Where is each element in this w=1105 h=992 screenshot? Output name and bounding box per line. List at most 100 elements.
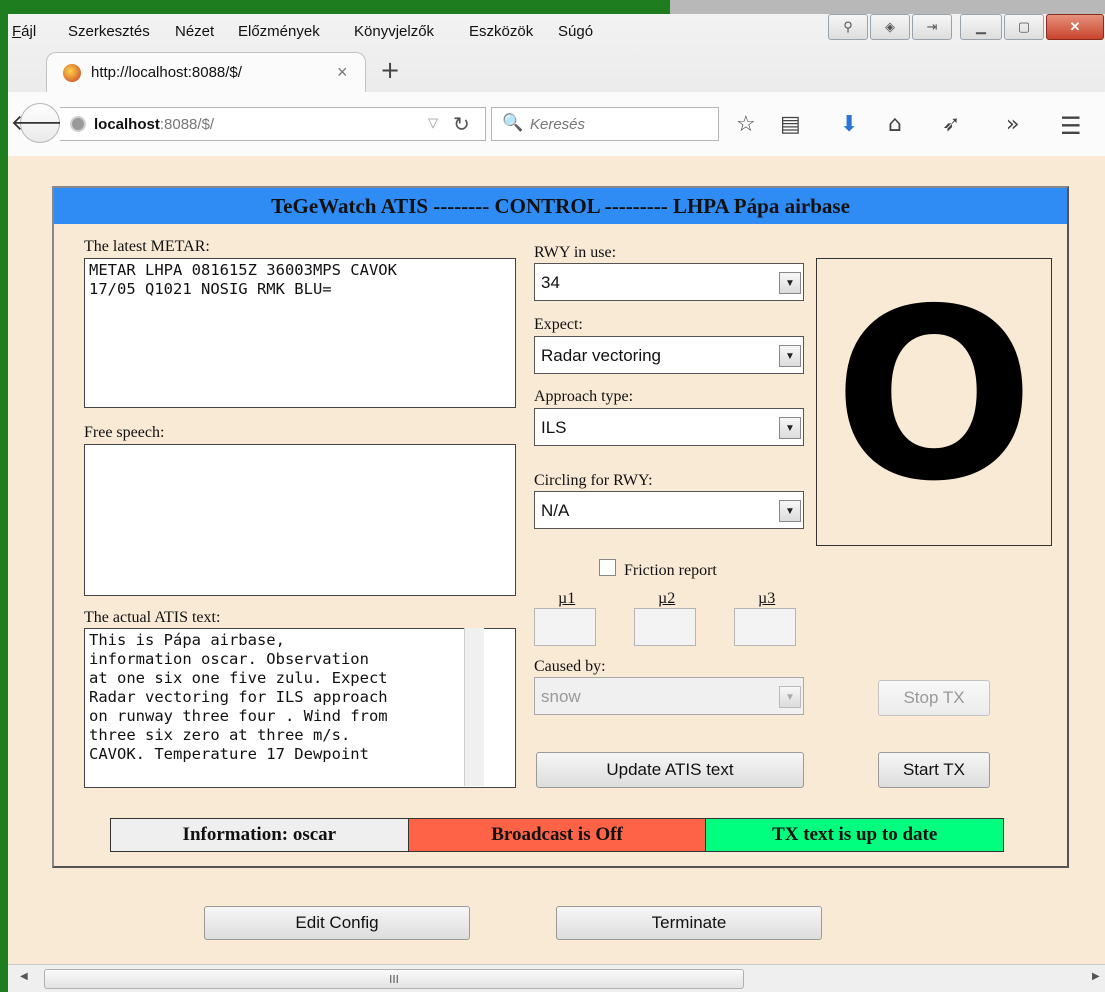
url-text: localhost:8088/$/ <box>94 116 214 133</box>
mu2-label: µ2 <box>658 590 676 607</box>
status-bar: Information: oscar Broadcast is Off TX t… <box>110 818 1004 852</box>
chevron-down-icon: ▼ <box>779 500 801 522</box>
atis-textarea-scrollbar[interactable] <box>464 628 484 786</box>
desktop-edge <box>0 14 8 992</box>
chevron-down-icon: ▼ <box>779 345 801 367</box>
atis-control-panel: TeGeWatch ATIS -------- CONTROL --------… <box>52 186 1069 868</box>
menu-file-label: ájl <box>21 23 37 40</box>
menu-help[interactable]: Súgó <box>558 23 593 40</box>
desktop-background-right <box>670 0 1105 14</box>
scroll-right-arrow-icon[interactable]: ▶ <box>1092 971 1100 982</box>
new-tab-button[interactable]: + <box>380 56 400 84</box>
url-path: :8088/$/ <box>159 116 215 133</box>
caused-by-label: Caused by: <box>534 658 606 675</box>
reload-icon[interactable]: ↻ <box>453 112 470 137</box>
mu2-input[interactable] <box>634 608 696 646</box>
window-extra-button-2[interactable]: ◈ <box>870 14 910 40</box>
desktop-background <box>0 0 670 14</box>
search-icon: 🔍 <box>502 113 524 132</box>
url-bar[interactable]: localhost:8088/$/ ▽ ↻ <box>60 107 486 141</box>
terminate-button[interactable]: Terminate <box>556 906 822 940</box>
hamburger-menu-icon[interactable]: ☰ <box>1060 112 1082 140</box>
search-placeholder: Keresés <box>530 116 586 133</box>
expect-select[interactable]: Radar vectoring ▼ <box>534 336 804 374</box>
close-icon: ✕ <box>1069 19 1081 34</box>
menu-file[interactable]: Fájl <box>12 23 36 40</box>
atis-text-label: The actual ATIS text: <box>84 609 221 626</box>
diamond-icon: ◈ <box>885 19 895 34</box>
home-icon[interactable]: ⌂ <box>888 112 902 137</box>
browser-chrome: Fájl Szerkesztés Nézet Előzmények Könyvj… <box>8 14 1105 156</box>
browser-tab[interactable]: http://localhost:8088/$/ × <box>46 52 366 92</box>
atis-textarea[interactable]: This is Pápa airbase, information oscar.… <box>84 628 516 788</box>
download-icon[interactable]: ⬇ <box>840 112 858 137</box>
menu-tools[interactable]: Eszközök <box>469 23 533 40</box>
enter-icon: ⇥ <box>926 19 938 34</box>
chevron-down-icon: ▼ <box>779 686 801 708</box>
close-window-button[interactable]: ✕ <box>1046 14 1104 40</box>
scrollbar-thumb[interactable]: III <box>44 969 744 989</box>
back-button[interactable]: 🡐 <box>11 103 70 143</box>
free-speech-label: Free speech: <box>84 424 165 441</box>
approach-type-value: ILS <box>541 418 567 437</box>
scroll-left-arrow-icon[interactable]: ◀ <box>20 971 28 982</box>
broadcast-status: Broadcast is Off <box>408 819 707 851</box>
expect-value: Radar vectoring <box>541 346 662 365</box>
mu1-input[interactable] <box>534 608 596 646</box>
minimize-icon: ▁ <box>976 19 986 34</box>
send-icon[interactable]: ➶ <box>942 112 960 137</box>
expect-label: Expect: <box>534 316 583 333</box>
menu-view[interactable]: Nézet <box>175 23 214 40</box>
search-box[interactable]: 🔍 Keresés <box>491 107 719 141</box>
menu-bookmarks[interactable]: Könyvjelzők <box>354 23 434 40</box>
caused-by-value: snow <box>541 687 581 706</box>
panel-header: TeGeWatch ATIS -------- CONTROL --------… <box>54 188 1067 224</box>
update-atis-button[interactable]: Update ATIS text <box>536 752 804 788</box>
menubar: Fájl Szerkesztés Nézet Előzmények Könyvj… <box>8 14 1105 50</box>
plug-icon: ⚲ <box>843 19 853 34</box>
chevron-down-icon: ▼ <box>779 272 801 294</box>
tab-title: http://localhost:8088/$/ <box>91 64 242 81</box>
overflow-chevron-icon[interactable]: » <box>1006 112 1019 137</box>
menu-history[interactable]: Előzmények <box>238 23 320 40</box>
favicon-icon <box>63 64 81 82</box>
window-extra-button-3[interactable]: ⇥ <box>912 14 952 40</box>
minimize-button[interactable]: ▁ <box>960 14 1002 40</box>
rwy-select[interactable]: 34 ▼ <box>534 263 804 301</box>
friction-report-label: Friction report <box>624 562 717 579</box>
menu-edit[interactable]: Szerkesztés <box>68 23 150 40</box>
chevron-down-icon: ▼ <box>779 417 801 439</box>
information-letter: O <box>833 258 1035 533</box>
rwy-label: RWY in use: <box>534 244 617 261</box>
information-status: Information: oscar <box>111 819 409 851</box>
maximize-button[interactable]: ▢ <box>1004 14 1044 40</box>
caused-by-select[interactable]: snow ▼ <box>534 677 804 715</box>
bookmark-star-icon[interactable]: ☆ <box>736 112 756 137</box>
tx-text-status: TX text is up to date <box>706 819 1004 851</box>
globe-icon <box>70 116 86 132</box>
mu3-input[interactable] <box>734 608 796 646</box>
tab-close-button[interactable]: × <box>337 62 348 83</box>
reading-list-icon[interactable]: ▤ <box>780 112 801 137</box>
circling-value: N/A <box>541 501 570 520</box>
information-letter-box: O <box>816 258 1052 546</box>
start-tx-button[interactable]: Start TX <box>878 752 990 788</box>
edit-config-button[interactable]: Edit Config <box>204 906 470 940</box>
page-content: TeGeWatch ATIS -------- CONTROL --------… <box>8 156 1105 964</box>
approach-type-select[interactable]: ILS ▼ <box>534 408 804 446</box>
approach-type-label: Approach type: <box>534 388 634 405</box>
url-dropdown-icon[interactable]: ▽ <box>428 115 438 131</box>
mu3-label: µ3 <box>758 590 776 607</box>
navigation-bar: 🡐 localhost:8088/$/ ▽ ↻ 🔍 Keresés ☆ ▤ ⬇ … <box>8 92 1105 156</box>
circling-select[interactable]: N/A ▼ <box>534 491 804 529</box>
url-host: localhost <box>94 116 160 133</box>
rwy-value: 34 <box>541 273 560 292</box>
stop-tx-button[interactable]: Stop TX <box>878 680 990 716</box>
horizontal-scrollbar[interactable]: ◀ III ▶ <box>8 964 1105 992</box>
friction-report-checkbox[interactable] <box>599 559 616 576</box>
scrollbar-grip: III <box>389 972 399 986</box>
free-speech-textarea[interactable] <box>84 444 516 596</box>
metar-textarea[interactable]: METAR LHPA 081615Z 36003MPS CAVOK 17/05 … <box>84 258 516 408</box>
circling-label: Circling for RWY: <box>534 472 653 489</box>
window-extra-button[interactable]: ⚲ <box>828 14 868 40</box>
